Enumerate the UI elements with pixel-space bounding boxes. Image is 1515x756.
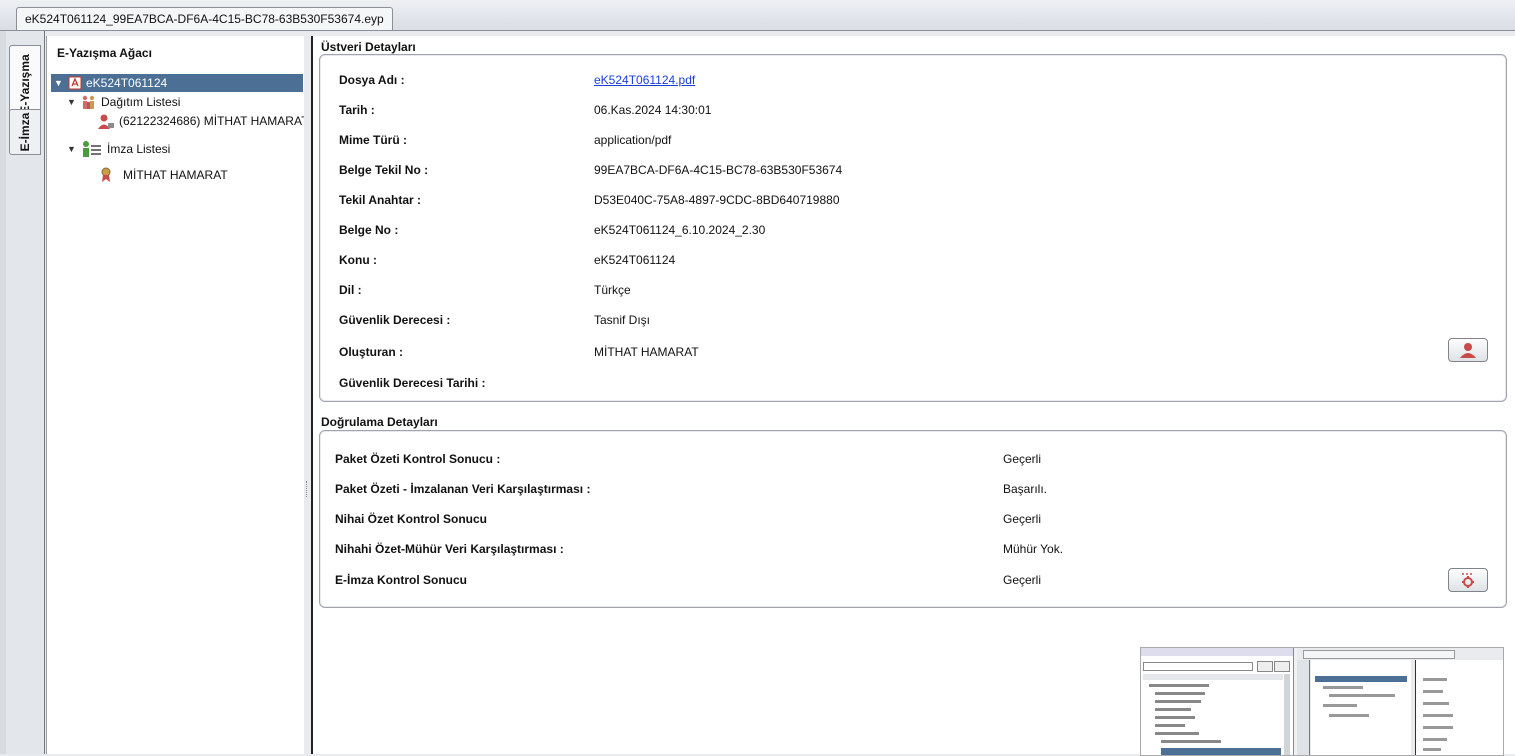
tab-e-imza-label: E-İmza [18,112,32,152]
tree-panel: E-Yazışma Ağacı ▼ eK524T061124 ▼ Dağıtım… [46,36,308,754]
signature-list-icon [83,141,101,157]
tab-e-yazisma-label: E-Yazışma [18,54,32,114]
date-value: 06.Kas.2024 14:30:01 [594,103,712,117]
unique-key-value: D53E040C-75A8-4897-9CDC-8BD640719880 [594,193,840,207]
document-no-label: Belge No : [339,223,399,237]
e-signature-check-label: E-İmza Kontrol Sonucu [335,573,467,587]
tree-root-label: eK524T061124 [86,76,168,90]
signature-list-label: İmza Listesi [107,142,171,156]
final-hash-check-value: Geçerli [1003,512,1042,526]
package-hash-compare-label: Paket Özeti - İmzalanan Veri Karşılaştır… [335,482,591,496]
security-level-date-label: Güvenlik Derecesi Tarihi : [339,376,486,390]
group-icon [82,95,95,109]
mime-type-label: Mime Türü : [339,133,407,147]
document-unique-no-value: 99EA7BCA-DF6A-4C15-BC78-63B530F53674 [594,163,843,177]
verification-group: Paket Özeti Kontrol Sonucu : Geçerli Pak… [319,430,1507,608]
distribution-list-label: Dağıtım Listesi [101,95,181,109]
creator-label: Oluşturan : [339,345,404,359]
expand-triangle-icon[interactable]: ▼ [54,74,64,92]
tree-node-distribution[interactable]: ▼ Dağıtım Listesi [67,93,180,111]
file-tab[interactable]: eK524T061124_99EA7BCA-DF6A-4C15-BC78-63B… [16,7,393,30]
tree-title: E-Yazışma Ağacı [57,46,152,60]
top-tab-bar: eK524T061124_99EA7BCA-DF6A-4C15-BC78-63B… [0,0,1515,31]
thumbnail-viewer [1297,648,1503,755]
security-level-label: Güvenlik Derecesi : [339,313,451,327]
details-panel: Üstveri Detayları Dosya Adı : eK524T0611… [311,36,1515,756]
file-name-link[interactable]: eK524T061124.pdf [594,73,695,87]
language-label: Dil : [339,283,362,297]
package-hash-check-value: Geçerli [1003,452,1042,466]
tree-node-signatures[interactable]: ▼ İmza Listesi [67,138,170,160]
distribution-item-label: (62122324686) MİTHAT HAMARAT [119,114,309,128]
tree-node-root[interactable]: ▼ eK524T061124 [51,74,303,92]
document-no-value: eK524T061124_6.10.2024_2.30 [594,223,766,237]
e-signature-check-value: Geçerli [1003,573,1042,587]
mime-type-value: application/pdf [594,133,672,147]
tree-node-signature-item[interactable]: MİTHAT HAMARAT [99,166,228,184]
date-label: Tarih : [339,103,375,117]
signature-item-label: MİTHAT HAMARAT [123,168,228,182]
final-hash-seal-compare-value: Mühür Yok. [1003,542,1064,556]
package-hash-compare-value: Başarılı. [1003,482,1048,496]
final-hash-seal-compare-label: Nihahi Özet-Mühür Veri Karşılaştırması : [335,542,564,556]
expand-triangle-icon[interactable]: ▼ [67,140,77,158]
package-hash-check-label: Paket Özeti Kontrol Sonucu : [335,452,501,466]
person-icon [1460,343,1476,358]
language-value: Türkçe [594,283,631,297]
gear-icon [1462,573,1474,588]
file-name-label: Dosya Adı : [339,73,405,87]
document-unique-no-label: Belge Tekil No : [339,163,429,177]
security-level-value: Tasnif Dışı [594,313,651,327]
final-hash-check-label: Nihai Özet Kontrol Sonucu [335,512,487,526]
metadata-section-title: Üstveri Detayları [321,40,416,54]
seal-icon [101,167,111,182]
pdf-icon [68,76,82,90]
unique-key-label: Tekil Anahtar : [339,193,422,207]
subject-value: eK524T061124 [594,253,676,267]
signature-details-button[interactable] [1448,568,1488,592]
person-icon [98,114,114,129]
creator-details-button[interactable] [1448,338,1488,362]
tree-node-distribution-item[interactable]: (62122324686) MİTHAT HAMARAT [97,112,308,130]
thumbnail-file-browser [1141,648,1294,755]
expand-triangle-icon[interactable]: ▼ [67,93,77,111]
creator-value: MİTHAT HAMARAT [594,345,699,359]
vertical-tab-strip: E-Yazışma E-İmza [6,31,45,754]
metadata-group: Dosya Adı : eK524T061124.pdf Tarih : 06.… [319,54,1507,402]
verification-section-title: Doğrulama Detayları [321,415,438,429]
window-preview-thumbnail [1140,647,1504,756]
subject-label: Konu : [339,253,377,267]
tab-e-imza[interactable]: E-İmza [9,109,41,155]
